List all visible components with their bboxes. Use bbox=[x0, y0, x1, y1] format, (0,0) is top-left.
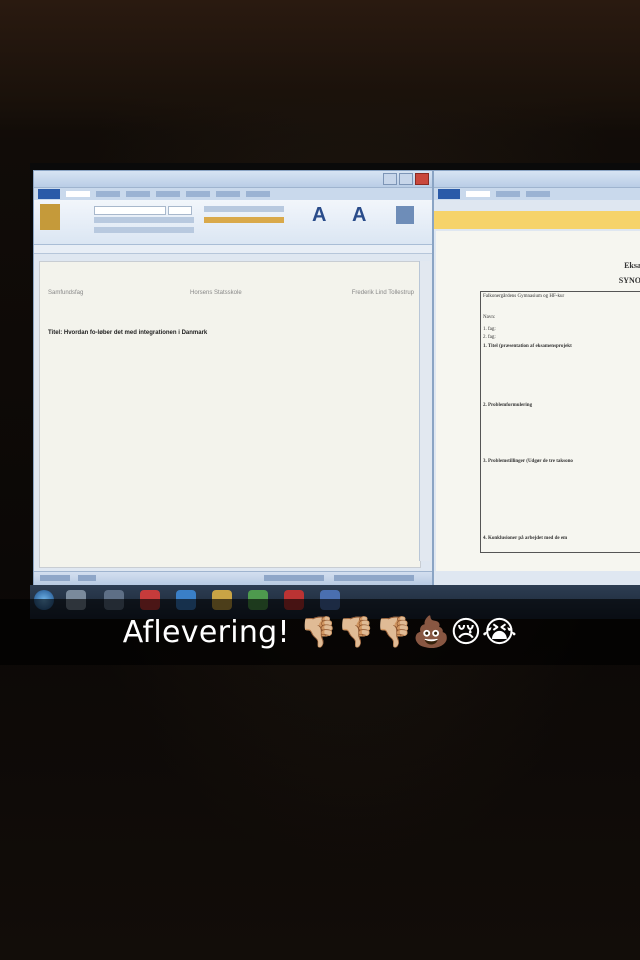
form-table bbox=[480, 291, 640, 553]
tab-references[interactable] bbox=[156, 191, 180, 197]
form-line-school: Falkonergårdens Gymnasium og HF-kur bbox=[483, 294, 565, 299]
caption-text: Aflevering! 👎🏼👎🏼👎🏼💩😢😭 bbox=[122, 614, 518, 650]
tab-home-pdf[interactable] bbox=[466, 191, 490, 197]
ambient-light bbox=[0, 0, 640, 130]
tab-layout-pdf[interactable] bbox=[526, 191, 550, 197]
tab-view[interactable] bbox=[246, 191, 270, 197]
zoom-slider[interactable] bbox=[334, 575, 414, 581]
pdf-window: Eksa SYNO Falkonergårdens Gymnasium og H… bbox=[433, 170, 640, 587]
ribbon-tabs bbox=[34, 188, 432, 200]
tab-review[interactable] bbox=[216, 191, 240, 197]
font-size-field[interactable] bbox=[168, 206, 192, 215]
quick-styles-icon[interactable]: A bbox=[312, 204, 326, 227]
maximize-icon[interactable] bbox=[399, 173, 413, 185]
form-line-questions: 3. Problemstillinger (Udgør de tre takso… bbox=[483, 459, 573, 464]
word-titlebar bbox=[34, 171, 432, 188]
pdf-document-page[interactable]: Eksa SYNO Falkonergårdens Gymnasium og H… bbox=[436, 231, 640, 571]
tab-mailings[interactable] bbox=[186, 191, 210, 197]
form-line-conclusions: 4. Konklusioner på arbejdet med de em bbox=[483, 536, 568, 541]
pdf-tabs bbox=[434, 188, 640, 200]
tab-file[interactable] bbox=[38, 189, 60, 199]
tab-insert-pdf[interactable] bbox=[496, 191, 520, 197]
ruler bbox=[34, 245, 432, 254]
vertical-scrollbar[interactable] bbox=[419, 261, 430, 561]
document-page[interactable]: Samfundsfag Horsens Statsskole Frederik … bbox=[39, 261, 421, 568]
ribbon: A A bbox=[34, 200, 432, 245]
page-count bbox=[40, 575, 70, 581]
window-controls bbox=[383, 173, 429, 185]
font-name-field[interactable] bbox=[94, 206, 166, 215]
caption-bar: Aflevering! 👎🏼👎🏼👎🏼💩😢😭 bbox=[0, 599, 640, 665]
doc-heading-1: Eksa bbox=[624, 261, 640, 270]
protected-view-banner bbox=[434, 211, 640, 229]
paragraph-buttons[interactable] bbox=[204, 206, 284, 212]
tab-home[interactable] bbox=[66, 191, 90, 197]
form-line-name: Navn: bbox=[483, 315, 496, 320]
change-styles-icon[interactable]: A bbox=[352, 204, 366, 227]
tab-file-pdf[interactable] bbox=[438, 189, 460, 199]
header-left: Samfundsfag bbox=[48, 290, 84, 296]
editing-icon[interactable] bbox=[396, 206, 414, 224]
pdf-titlebar bbox=[434, 171, 640, 188]
form-line-title: 1. Titel (præsentation af eksamensprojek… bbox=[483, 344, 572, 349]
word-window: A A Samfundsfag Horsens Statsskole Frede… bbox=[33, 170, 433, 587]
header-right: Frederik Lind Tollestrup bbox=[351, 290, 414, 296]
close-icon[interactable] bbox=[415, 173, 429, 185]
view-buttons[interactable] bbox=[264, 575, 324, 581]
header-center: Horsens Statsskole bbox=[190, 290, 242, 296]
word-statusbar bbox=[34, 571, 432, 586]
doc-heading-2: SYNO bbox=[618, 276, 640, 285]
form-line-subject1: 1. fag: bbox=[483, 327, 496, 332]
minimize-icon[interactable] bbox=[383, 173, 397, 185]
tab-layout[interactable] bbox=[126, 191, 150, 197]
format-buttons[interactable] bbox=[94, 217, 194, 223]
document-title-line: Titel: Hvordan fo-løber det med integrat… bbox=[48, 330, 208, 336]
paste-icon[interactable] bbox=[40, 204, 60, 230]
form-line-subject2: 2. fag: bbox=[483, 335, 496, 340]
align-buttons[interactable] bbox=[204, 217, 284, 223]
format-buttons-row2[interactable] bbox=[94, 227, 194, 233]
tab-insert[interactable] bbox=[96, 191, 120, 197]
word-count bbox=[78, 575, 96, 581]
form-line-problem: 2. Problemformulering bbox=[483, 403, 533, 408]
